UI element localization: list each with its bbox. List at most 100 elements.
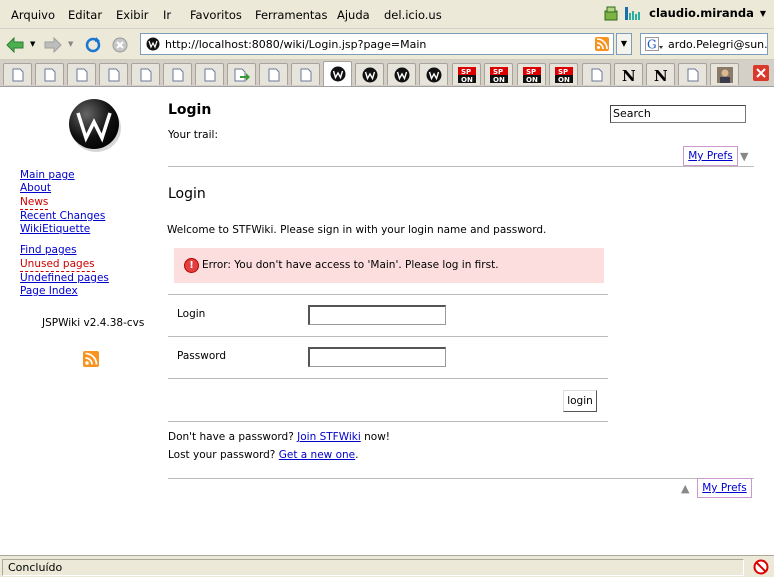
close-icon [753, 65, 769, 81]
sidebar-link-news[interactable]: News [20, 196, 49, 210]
tab-spon-1[interactable]: SP ON [452, 63, 481, 85]
reload-button[interactable] [82, 34, 104, 56]
svg-text:ON: ON [558, 76, 570, 83]
close-tab-button[interactable] [753, 65, 769, 81]
menu-ajuda[interactable]: Ajuda [337, 8, 370, 22]
login-name-input[interactable] [308, 305, 446, 325]
get-new-password-link[interactable]: Get a new one [279, 449, 355, 461]
wiki-logo-icon [394, 67, 409, 82]
stop-button[interactable] [109, 34, 131, 56]
back-arrow-icon [6, 37, 24, 53]
page-icon [687, 68, 698, 81]
tab-photo[interactable] [710, 63, 739, 85]
tab-9[interactable] [259, 63, 288, 85]
wiki-search-input[interactable]: Search [610, 105, 746, 123]
sidebar-link-wikietiquette[interactable]: WikiEtiquette [20, 223, 109, 236]
page-icon [300, 68, 311, 81]
rss-feed-icon[interactable] [595, 37, 609, 51]
user-area[interactable]: claudio.miranda ▼ [603, 5, 766, 21]
svg-text:N: N [654, 67, 668, 83]
page-content: Main page About News Recent Changes Wiki… [0, 88, 774, 555]
sidebar-link-about[interactable]: About [20, 182, 109, 195]
user-name[interactable]: claudio.miranda [649, 6, 754, 20]
menu-exibir[interactable]: Exibir [116, 8, 149, 22]
menu-editar[interactable]: Editar [68, 8, 102, 22]
no-password-line: Don't have a password? Join STFWiki now! [168, 431, 390, 443]
jspwiki-logo[interactable] [66, 96, 122, 152]
page-icon [12, 68, 23, 81]
back-dropdown-icon[interactable]: ▼ [30, 40, 35, 48]
url-text[interactable]: http://localhost:8080/wiki/Login.jsp?pag… [165, 38, 426, 51]
tab-2[interactable] [35, 63, 64, 85]
url-history-dropdown[interactable]: ▼ [616, 33, 632, 55]
sidebar-link-unused-pages[interactable]: Unused pages [20, 258, 95, 272]
sidebar-link-undefined-pages[interactable]: Undefined pages [20, 272, 109, 285]
export-icon [234, 68, 250, 81]
svg-text:SP: SP [493, 68, 503, 76]
my-prefs-link[interactable]: My Prefs [688, 150, 732, 162]
tab-6[interactable] [163, 63, 192, 85]
divider-top [168, 166, 754, 167]
address-bar[interactable]: http://localhost:8080/wiki/Login.jsp?pag… [140, 33, 614, 55]
tab-n-2[interactable]: N [646, 63, 675, 85]
browser-search-bar[interactable]: G ardo.Pelegri@sun.cc [640, 33, 768, 55]
tab-spon-2[interactable]: SP ON [484, 63, 513, 85]
forward-dropdown-icon[interactable]: ▼ [68, 40, 73, 48]
password-input[interactable] [308, 347, 446, 367]
tab-spon-4[interactable]: SP ON [549, 63, 578, 85]
tab-wiki-3[interactable] [387, 63, 416, 85]
tab-10[interactable] [291, 63, 320, 85]
browser-search-input[interactable]: ardo.Pelegri@sun.cc [668, 38, 767, 51]
sidebar-link-main-page[interactable]: Main page [20, 169, 109, 182]
tab-8[interactable] [227, 63, 256, 85]
google-icon[interactable]: G [645, 37, 663, 52]
menu-favoritos[interactable]: Favoritos [190, 8, 242, 22]
expand-triangle-icon[interactable]: ▲ [681, 482, 689, 495]
version-label: JSPWiki v2.4.38-cvs [42, 317, 145, 329]
rss-feed-icon[interactable] [83, 351, 99, 367]
tab-active-wiki[interactable] [323, 61, 352, 86]
tab-7[interactable] [195, 63, 224, 85]
tab-1[interactable] [3, 63, 32, 85]
tab-page-12[interactable] [678, 63, 707, 85]
blocked-icon[interactable] [753, 559, 769, 575]
sidebar-link-find-pages[interactable]: Find pages [20, 244, 109, 257]
my-prefs-tab-top[interactable]: My Prefs [683, 146, 738, 166]
tab-3[interactable] [67, 63, 96, 85]
spon-icon: SPON [457, 66, 476, 83]
menu-delicious[interactable]: del.icio.us [384, 8, 442, 22]
tab-4[interactable] [99, 63, 128, 85]
lost-password-text: Lost your password? [168, 449, 276, 461]
tab-5[interactable] [131, 63, 160, 85]
tab-spon-3[interactable]: SP ON [517, 63, 546, 85]
site-favicon-icon [146, 37, 160, 51]
stop-icon [112, 37, 128, 53]
svg-text:SP: SP [526, 68, 536, 76]
menu-arquivo[interactable]: Arquivo [11, 8, 55, 22]
back-button[interactable] [4, 34, 26, 56]
forward-button[interactable] [42, 34, 64, 56]
page-icon [108, 68, 119, 81]
sidebar-link-recent-changes[interactable]: Recent Changes [20, 210, 109, 223]
join-link[interactable]: Join STFWiki [297, 431, 361, 443]
svg-text:ON: ON [461, 76, 473, 83]
menu-ferramentas[interactable]: Ferramentas [255, 8, 327, 22]
chevron-down-icon[interactable]: ▼ [760, 9, 766, 18]
login-button[interactable]: login [563, 390, 597, 412]
tab-page-11[interactable] [582, 63, 611, 85]
error-message-box: ! Error: You don't have access to 'Main'… [174, 248, 604, 283]
my-prefs-tab-bottom[interactable]: My Prefs [697, 478, 752, 498]
svg-text:N: N [622, 67, 636, 83]
my-prefs-link-bottom[interactable]: My Prefs [702, 482, 746, 494]
extension-icon[interactable] [603, 5, 619, 21]
tab-wiki-2[interactable] [355, 63, 384, 85]
tab-wiki-4[interactable] [419, 63, 448, 85]
divider-bottom [168, 478, 754, 479]
page-icon [76, 68, 87, 81]
svg-text:ON: ON [493, 76, 505, 83]
menu-ir[interactable]: Ir [163, 8, 171, 22]
collapse-triangle-icon[interactable]: ▼ [740, 150, 748, 163]
sidebar-link-page-index[interactable]: Page Index [20, 285, 109, 298]
tab-n-1[interactable]: N [614, 63, 643, 85]
svg-text:SP: SP [461, 68, 471, 76]
